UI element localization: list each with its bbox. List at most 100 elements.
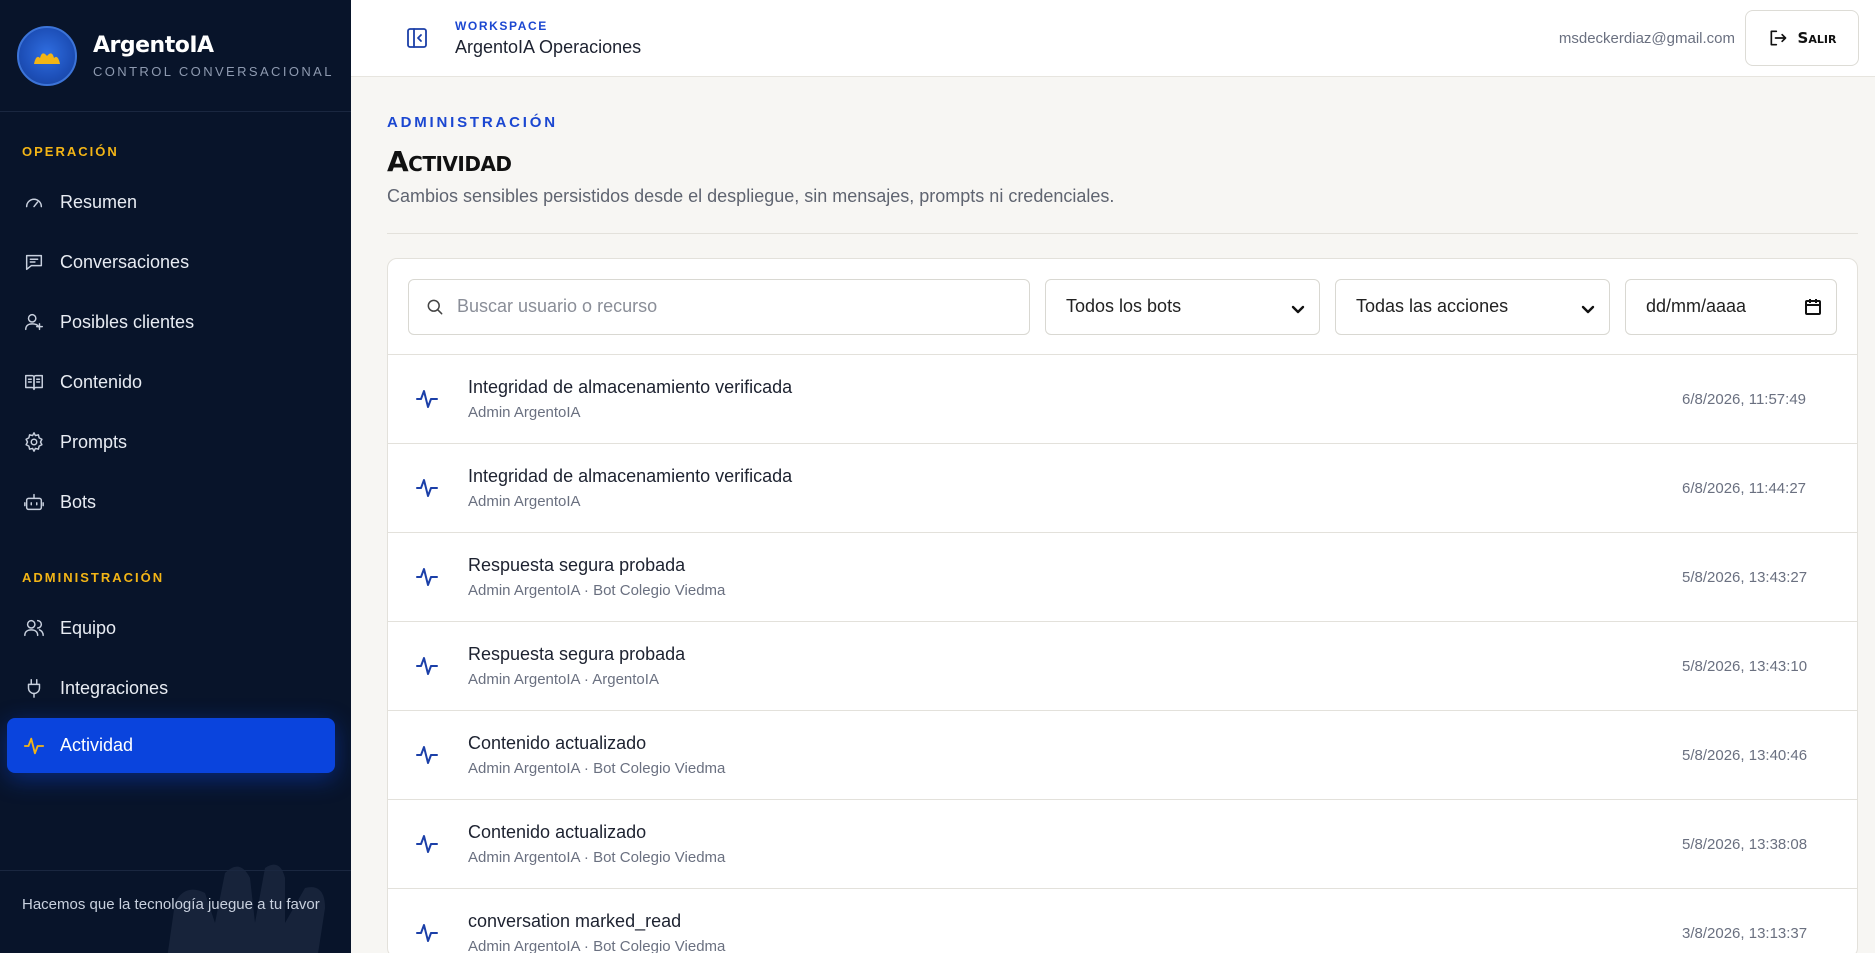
sidebar-item-label: Posibles clientes — [60, 311, 195, 332]
sidebar-item-bots[interactable]: Bots — [7, 472, 335, 532]
sidebar-item-resumen[interactable]: Resumen — [7, 172, 335, 232]
sidebar-item-prompts[interactable]: Prompts — [7, 412, 335, 472]
divider — [387, 233, 1858, 234]
activity-time: 6/8/2026, 11:57:49 — [1682, 390, 1806, 408]
page-eyebrow: ADMINISTRACIÓN — [387, 114, 558, 131]
user-icon — [22, 310, 46, 334]
activity-panel: Todos los bots Todas las acciones dd/mm/… — [387, 258, 1858, 953]
bots-select[interactable]: Todos los bots — [1045, 278, 1320, 335]
sidebar-item-label: Actividad — [60, 735, 134, 755]
sidebar-item-contenido[interactable]: Contenido — [7, 352, 335, 412]
plug-icon — [22, 676, 46, 700]
brand[interactable]: ArgentoIA CONTROL CONVERSACIONAL — [0, 0, 351, 112]
main-content: ADMINISTRACIÓN Actividad Cambios sensibl… — [387, 77, 1858, 953]
logout-label: Salir — [1797, 29, 1837, 47]
sidebar-item-label: Resumen — [60, 191, 138, 212]
actions-select-value: Todas las acciones — [1356, 296, 1509, 316]
page-subtitle: Cambios sensibles persistidos desde el d… — [387, 186, 1115, 206]
collapse-sidebar-button[interactable] — [403, 24, 431, 52]
brand-subtitle: CONTROL CONVERSACIONAL — [93, 63, 334, 79]
activity-time: 5/8/2026, 13:38:08 — [1682, 835, 1808, 853]
nav-operation: OPERACIÓN Resumen Conversaciones Posible… — [0, 144, 351, 532]
activity-title: Contenido actualizado — [468, 822, 647, 842]
search-icon — [427, 299, 443, 314]
filters-bar: Todos los bots Todas las acciones dd/mm/… — [388, 259, 1857, 355]
activity-icon — [412, 832, 442, 856]
date-input[interactable]: dd/mm/aaaa — [1625, 278, 1837, 335]
page-title: Actividad — [387, 145, 512, 178]
activity-row[interactable]: Contenido actualizado Admin ArgentoIA · … — [388, 711, 1857, 800]
sidebar-item-label: Bots — [60, 491, 97, 512]
search-input[interactable] — [457, 296, 1017, 317]
activity-icon — [412, 654, 442, 678]
sidebar-item-label: Prompts — [60, 431, 128, 452]
nav-heading-operation: OPERACIÓN — [22, 144, 119, 159]
activity-icon — [412, 387, 442, 411]
sidebar-item-label: Contenido — [60, 371, 143, 392]
sidebar-item-actividad[interactable]: Actividad — [7, 718, 335, 773]
activity-title: Contenido actualizado — [468, 733, 647, 753]
workspace-label: WORKSPACE — [455, 18, 548, 33]
activity-time: 5/8/2026, 13:40:46 — [1682, 746, 1808, 764]
sidebar-item-label: Integraciones — [60, 677, 169, 698]
nav-admin: ADMINISTRACIÓN Equipo Integraciones Acti… — [0, 570, 351, 773]
logout-button[interactable]: Salir — [1745, 10, 1859, 66]
activity-meta: Admin ArgentoIA · Bot Colegio Viedma — [468, 760, 726, 777]
activity-time: 5/8/2026, 13:43:27 — [1682, 568, 1808, 586]
sidebar-item-conversaciones[interactable]: Conversaciones — [7, 232, 335, 292]
users-icon — [22, 616, 46, 640]
activity-meta: Admin ArgentoIA · Bot Colegio Viedma — [468, 849, 726, 866]
activity-row[interactable]: Respuesta segura probada Admin ArgentoIA… — [388, 622, 1857, 711]
activity-time: 3/8/2026, 13:13:37 — [1682, 924, 1808, 942]
activity-icon — [412, 921, 442, 945]
activity-row[interactable]: Contenido actualizado Admin ArgentoIA · … — [388, 800, 1857, 889]
chevron-down-icon — [1581, 300, 1595, 314]
logo — [17, 25, 77, 86]
user-email: msdeckerdiaz@gmail.com — [1558, 29, 1735, 47]
sidebar-item-equipo[interactable]: Equipo — [7, 598, 335, 658]
logout-icon — [1770, 30, 1786, 46]
nav-heading-admin: ADMINISTRACIÓN — [22, 570, 165, 585]
activity-title: Respuesta segura probada — [468, 555, 686, 575]
activity-meta: Admin ArgentoIA · ArgentoIA — [468, 671, 659, 688]
activity-time: 5/8/2026, 13:43:10 — [1682, 657, 1808, 675]
activity-row[interactable]: conversation marked_read Admin ArgentoIA… — [388, 889, 1857, 953]
activity-row[interactable]: Integridad de almacenamiento verificada … — [388, 444, 1857, 533]
sidebar-item-integraciones[interactable]: Integraciones — [7, 658, 335, 718]
activity-title: Respuesta segura probada — [468, 644, 686, 664]
sidebar-item-label: Equipo — [60, 617, 117, 638]
workspace-name: ArgentoIA Operaciones — [455, 36, 642, 57]
activity-meta: Admin ArgentoIA · Bot Colegio Viedma — [468, 938, 726, 953]
sidebar-footer: Hacemos que la tecnología juegue a tu fa… — [0, 870, 351, 953]
activity-icon — [412, 743, 442, 767]
activity-title: Integridad de almacenamiento verificada — [468, 377, 793, 397]
sidebar: ArgentoIA CONTROL CONVERSACIONAL OPERACI… — [0, 0, 351, 953]
activity-meta: Admin ArgentoIA — [468, 404, 581, 421]
activity-meta: Admin ArgentoIA · Bot Colegio Viedma — [468, 582, 726, 599]
activity-title: conversation marked_read — [468, 911, 682, 931]
brand-name: ArgentoIA — [93, 32, 214, 58]
date-placeholder: dd/mm/aaaa — [1646, 296, 1747, 316]
bot-icon — [22, 490, 46, 514]
activity-row[interactable]: Respuesta segura probada Admin ArgentoIA… — [388, 533, 1857, 622]
activity-icon — [22, 734, 46, 758]
activity-title: Integridad de almacenamiento verificada — [468, 466, 793, 486]
chevron-down-icon — [1291, 300, 1305, 314]
sun-icon — [34, 52, 60, 64]
gauge-icon — [22, 190, 46, 214]
search-box[interactable] — [408, 278, 1030, 335]
sidebar-item-label: Conversaciones — [60, 251, 190, 272]
activity-list: Integridad de almacenamiento verificada … — [388, 355, 1857, 953]
activity-time: 6/8/2026, 11:44:27 — [1682, 479, 1806, 497]
topbar: WORKSPACE ArgentoIA Operaciones msdecker… — [351, 0, 1875, 77]
sidebar-item-posibles-clientes[interactable]: Posibles clientes — [7, 292, 335, 352]
actions-select[interactable]: Todas las acciones — [1335, 278, 1610, 335]
bots-select-value: Todos los bots — [1066, 296, 1182, 316]
activity-row[interactable]: Integridad de almacenamiento verificada … — [388, 355, 1857, 444]
calendar-icon[interactable] — [1804, 298, 1822, 316]
book-icon — [22, 370, 46, 394]
workspace-info: WORKSPACE ArgentoIA Operaciones — [455, 19, 641, 58]
sidebar-toggle-icon — [407, 28, 427, 48]
gear-icon — [22, 430, 46, 454]
message-icon — [22, 250, 46, 274]
